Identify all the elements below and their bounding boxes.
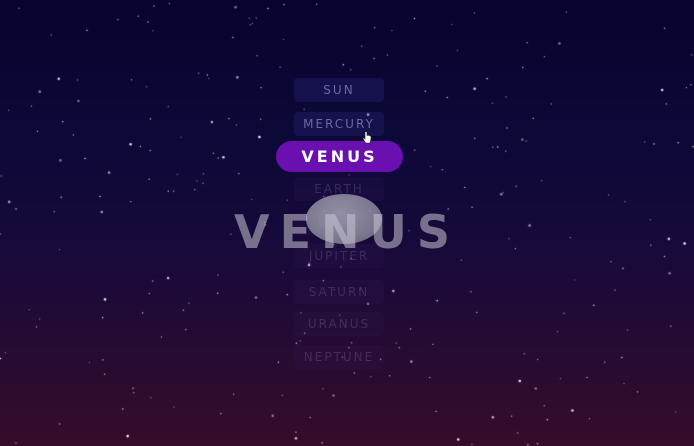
planet-button-neptune[interactable]: NEPTUNE <box>294 345 384 369</box>
planet-button-saturn[interactable]: SATURN <box>294 280 384 304</box>
planet-button-uranus[interactable]: URANUS <box>294 312 384 336</box>
selected-planet-title: VENUS <box>233 205 460 259</box>
planet-button-venus[interactable]: VENUS <box>276 141 403 172</box>
planet-button-sun[interactable]: SUN <box>294 78 384 102</box>
hand-pointer-icon <box>362 131 372 144</box>
